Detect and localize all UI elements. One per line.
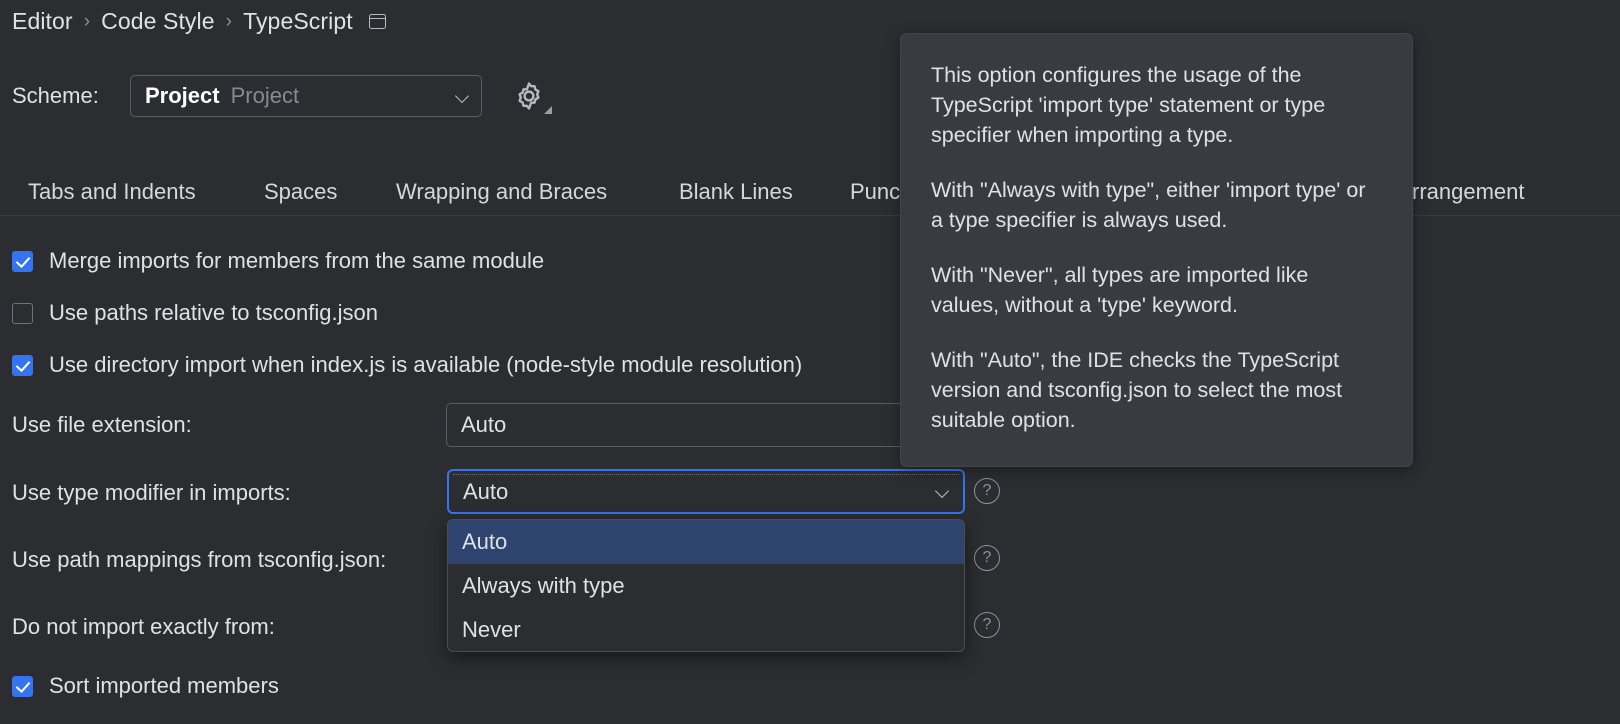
label-use-file-extension: Use file extension: [12, 412, 446, 438]
checkbox-label-use-directory-import: Use directory import when index.js is av… [49, 352, 802, 378]
scheme-label: Scheme: [12, 83, 130, 109]
breadcrumb-item-code-style[interactable]: Code Style [101, 8, 215, 35]
tooltip-paragraph-4: With "Auto", the IDE checks the TypeScri… [931, 345, 1382, 435]
field-row-path-mappings: Use path mappings from tsconfig.json: [12, 547, 446, 573]
scheme-selected-value: Project [145, 83, 220, 109]
tab-wrapping-and-braces[interactable]: Wrapping and Braces [396, 179, 607, 205]
scheme-row: Scheme: Project Project [12, 75, 546, 117]
checkbox-sort-imported-members[interactable] [12, 676, 33, 697]
chevron-down-icon [936, 484, 951, 499]
checkbox-label-use-paths-relative: Use paths relative to tsconfig.json [49, 300, 378, 326]
dropdown-option-never[interactable]: Never [448, 608, 964, 652]
breadcrumb: Editor › Code Style › TypeScript [12, 8, 386, 35]
panel-icon[interactable] [369, 14, 386, 29]
checkbox-row-sort-imported-members[interactable]: Sort imported members [12, 673, 279, 699]
tab-blank-lines[interactable]: Blank Lines [679, 179, 793, 205]
gear-icon[interactable] [512, 79, 546, 113]
tooltip-paragraph-2: With "Always with type", either 'import … [931, 175, 1382, 235]
checkbox-label-sort-imported-members: Sort imported members [49, 673, 279, 699]
checkbox-row-use-paths-relative[interactable]: Use paths relative to tsconfig.json [12, 300, 378, 326]
checkbox-row-use-directory-import[interactable]: Use directory import when index.js is av… [12, 352, 802, 378]
checkbox-use-directory-import[interactable] [12, 355, 33, 376]
breadcrumb-item-typescript[interactable]: TypeScript [243, 8, 353, 35]
combobox-type-modifier[interactable]: Auto [447, 469, 965, 514]
field-row-file-extension: Use file extension: Auto [12, 403, 1012, 447]
breadcrumb-separator: › [83, 11, 91, 33]
dropdown-option-always-with-type[interactable]: Always with type [448, 564, 964, 608]
dropdown-list-type-modifier[interactable]: Auto Always with type Never [447, 519, 965, 652]
tooltip-paragraph-3: With "Never", all types are imported lik… [931, 260, 1382, 320]
focus-indicator [453, 474, 959, 475]
settings-dialog: Editor › Code Style › TypeScript Scheme:… [0, 0, 1620, 724]
field-row-do-not-import: Do not import exactly from: [12, 614, 446, 640]
checkbox-use-paths-relative[interactable] [12, 303, 33, 324]
tab-spaces[interactable]: Spaces [264, 179, 337, 205]
scheme-hint-text: Project [231, 83, 299, 109]
combobox-type-modifier-value: Auto [463, 479, 508, 505]
tooltip-popup: This option configures the usage of the … [900, 33, 1413, 467]
combobox-file-extension[interactable]: Auto [446, 403, 964, 447]
label-use-type-modifier: Use type modifier in imports: [12, 480, 446, 506]
checkbox-row-merge-imports[interactable]: Merge imports for members from the same … [12, 248, 544, 274]
breadcrumb-item-editor[interactable]: Editor [12, 8, 73, 35]
tab-punctuation[interactable]: Punc [850, 179, 900, 205]
scheme-combobox[interactable]: Project Project [130, 75, 482, 117]
help-icon-type-modifier[interactable]: ? [974, 478, 1000, 504]
checkbox-label-merge-imports: Merge imports for members from the same … [49, 248, 544, 274]
field-row-type-modifier: Use type modifier in imports: [12, 480, 446, 506]
dropdown-arrow-icon [544, 106, 552, 114]
combobox-file-extension-value: Auto [461, 412, 506, 438]
breadcrumb-separator: › [225, 11, 233, 33]
label-do-not-import-exactly-from: Do not import exactly from: [12, 614, 446, 640]
checkbox-merge-imports[interactable] [12, 251, 33, 272]
label-use-path-mappings: Use path mappings from tsconfig.json: [12, 547, 446, 573]
tab-arrangement[interactable]: rrangement [1412, 179, 1525, 205]
help-icon-do-not-import[interactable]: ? [974, 612, 1000, 638]
dropdown-option-auto[interactable]: Auto [448, 520, 964, 564]
tab-tabs-and-indents[interactable]: Tabs and Indents [28, 179, 196, 205]
help-icon-path-mappings[interactable]: ? [974, 545, 1000, 571]
chevron-down-icon [456, 89, 471, 104]
tooltip-paragraph-1: This option configures the usage of the … [931, 60, 1382, 150]
